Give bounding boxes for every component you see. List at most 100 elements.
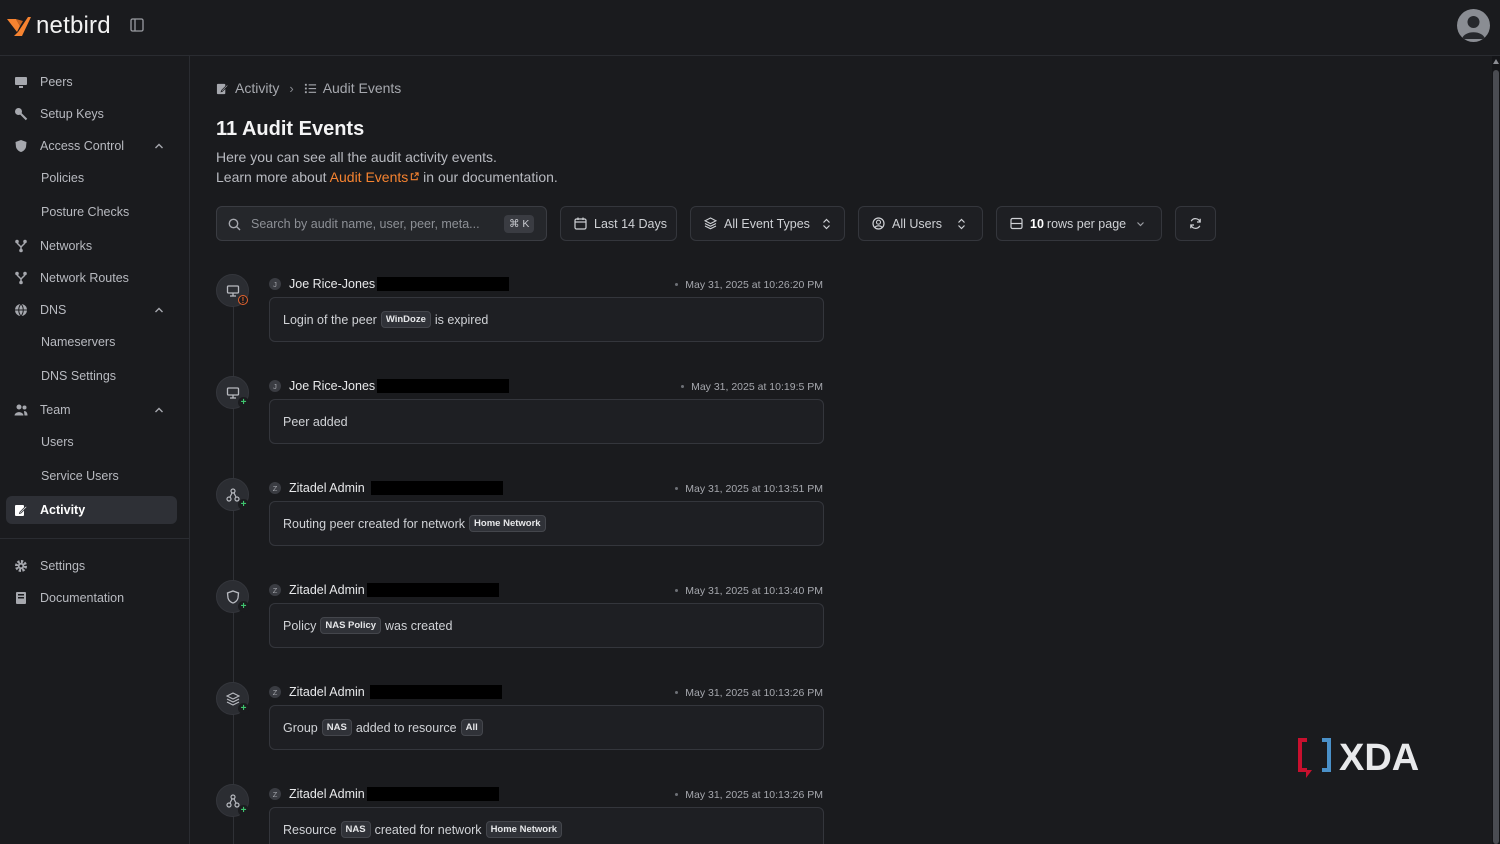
- book-icon: [16, 592, 26, 604]
- redacted-email: [377, 277, 510, 291]
- refresh-icon: [1190, 218, 1201, 229]
- redacted-email: [377, 379, 510, 393]
- sidebar-item-setup-keys[interactable]: Setup Keys: [6, 100, 177, 128]
- event-user: Z Zitadel Admin: [269, 481, 503, 495]
- top-bar: netbird: [0, 0, 1500, 56]
- rows-per-page-select[interactable]: 10 rows per page: [996, 206, 1162, 241]
- peer-chip[interactable]: WinDoze: [380, 311, 431, 328]
- peer-expired-icon: [226, 285, 240, 297]
- users-select[interactable]: All Users: [858, 206, 983, 241]
- chevron-up-down-icon: [958, 218, 965, 229]
- sidebar-item-networks[interactable]: Networks: [6, 232, 177, 260]
- event-type-select[interactable]: All Event Types: [690, 206, 845, 241]
- sidebar: Peers Setup Keys Access Control Policies…: [0, 56, 190, 844]
- event-text: added to resource: [355, 720, 457, 735]
- peer-added-icon: [226, 387, 240, 399]
- event-message: Peer added: [269, 399, 824, 444]
- sidebar-label: Settings: [40, 559, 86, 573]
- plus-badge-icon: +: [238, 397, 249, 408]
- user-initial-avatar: Z: [269, 584, 281, 596]
- event-timestamp-text: May 31, 2025 at 10:13:26 PM: [685, 687, 823, 699]
- sidebar-item-service-users[interactable]: Service Users: [6, 462, 177, 490]
- refresh-button[interactable]: [1175, 206, 1216, 241]
- user-initial-avatar: J: [269, 278, 281, 290]
- warning-badge-icon: !: [238, 295, 248, 305]
- event-timestamp: May 31, 2025 at 10:19:5 PM: [681, 381, 823, 393]
- netbird-logo[interactable]: netbird: [6, 12, 111, 40]
- sidebar-item-dns[interactable]: DNS: [6, 296, 177, 324]
- event-text: Policy: [283, 618, 317, 633]
- event-icon: +: [216, 682, 249, 715]
- shield-icon: [15, 140, 27, 152]
- users-label: All Users: [892, 216, 943, 231]
- audit-events-doc-link-label: Audit Events: [329, 169, 409, 185]
- sidebar-item-access-control[interactable]: Access Control: [6, 132, 177, 160]
- user-avatar[interactable]: [1457, 9, 1490, 42]
- audit-events-doc-link[interactable]: Audit Events: [330, 169, 420, 185]
- main-content: Activity › Audit Events 11 Audit Events …: [190, 56, 1490, 844]
- sidebar-toggle-icon[interactable]: [130, 18, 144, 32]
- date-range-label: Last 14 Days: [594, 216, 667, 231]
- sidebar-item-activity[interactable]: Activity: [6, 496, 177, 524]
- chevron-down-icon: [1137, 221, 1145, 226]
- sidebar-label: Setup Keys: [40, 107, 104, 121]
- user-initial-avatar: Z: [269, 686, 281, 698]
- event-user-name: Zitadel Admin: [289, 583, 365, 597]
- globe-icon: [15, 303, 27, 317]
- brand-name: netbird: [36, 12, 111, 39]
- activity-edit-icon: [216, 83, 229, 94]
- sidebar-item-documentation[interactable]: Documentation: [6, 584, 177, 612]
- event-text: was created: [385, 618, 453, 633]
- gear-icon: [15, 560, 27, 572]
- page-scrollbar[interactable]: [1492, 56, 1500, 844]
- user-avatar-icon: [1462, 16, 1485, 39]
- sidebar-label: Network Routes: [40, 271, 129, 285]
- audit-event-item: ! J Joe Rice-Jones May 31, 2025 at 10:26…: [216, 274, 826, 364]
- sidebar-item-peers[interactable]: Peers: [6, 68, 177, 96]
- sidebar-item-posture-checks[interactable]: Posture Checks: [6, 198, 177, 226]
- network-chip[interactable]: Home Network: [485, 821, 563, 838]
- sidebar-divider: [0, 538, 190, 539]
- resource-network-icon: [226, 794, 240, 808]
- chevron-up-icon[interactable]: [154, 141, 164, 151]
- event-text: Login of the peer: [283, 312, 377, 327]
- event-icon: !: [216, 274, 249, 307]
- list-icon: [304, 83, 316, 93]
- event-timestamp-text: May 31, 2025 at 10:13:51 PM: [685, 483, 823, 495]
- sidebar-item-network-routes[interactable]: Network Routes: [6, 264, 177, 292]
- routing-peer-icon: [226, 488, 240, 502]
- user-initial-avatar: J: [269, 380, 281, 392]
- scrollbar-thumb[interactable]: [1493, 70, 1499, 844]
- sidebar-label: Policies: [41, 171, 85, 185]
- search-shortcut-badge: ⌘ K: [504, 215, 535, 233]
- sidebar-item-team[interactable]: Team: [6, 396, 177, 424]
- resource-chip[interactable]: All: [460, 719, 483, 736]
- event-icon: +: [216, 580, 249, 613]
- audit-event-item: + Z Zitadel Admin May 31, 2025 at 10:13:…: [216, 580, 826, 670]
- chevron-up-icon[interactable]: [154, 305, 164, 315]
- rows-per-page-label: rows per page: [1046, 216, 1127, 231]
- sidebar-item-dns-settings[interactable]: DNS Settings: [6, 362, 177, 390]
- chevron-up-icon[interactable]: [154, 405, 164, 415]
- sidebar-item-policies[interactable]: Policies: [6, 164, 177, 192]
- resource-chip[interactable]: NAS: [340, 821, 371, 838]
- event-text: Resource: [283, 822, 337, 837]
- group-chip[interactable]: NAS: [321, 719, 352, 736]
- scroll-up-arrow-icon[interactable]: [1493, 59, 1499, 64]
- event-user: Z Zitadel Admin: [269, 685, 502, 699]
- sidebar-item-users[interactable]: Users: [6, 428, 177, 456]
- search-placeholder: Search by audit name, user, peer, meta..…: [251, 216, 480, 231]
- date-range-button[interactable]: Last 14 Days: [560, 206, 677, 241]
- event-text: Group: [283, 720, 318, 735]
- sidebar-item-settings[interactable]: Settings: [6, 552, 177, 580]
- plus-badge-icon: +: [238, 499, 249, 510]
- sidebar-item-nameservers[interactable]: Nameservers: [6, 328, 177, 356]
- learn-more-text: Learn more about Audit Events in our doc…: [216, 169, 558, 185]
- policy-chip[interactable]: NAS Policy: [320, 617, 382, 634]
- xda-watermark-logo: XDA: [1298, 737, 1419, 779]
- event-user-name: Zitadel Admin: [289, 685, 365, 699]
- breadcrumb-activity[interactable]: Activity: [235, 80, 279, 96]
- search-input[interactable]: Search by audit name, user, peer, meta..…: [216, 206, 547, 241]
- event-user-name: Zitadel Admin: [289, 481, 365, 495]
- network-chip[interactable]: Home Network: [469, 515, 546, 532]
